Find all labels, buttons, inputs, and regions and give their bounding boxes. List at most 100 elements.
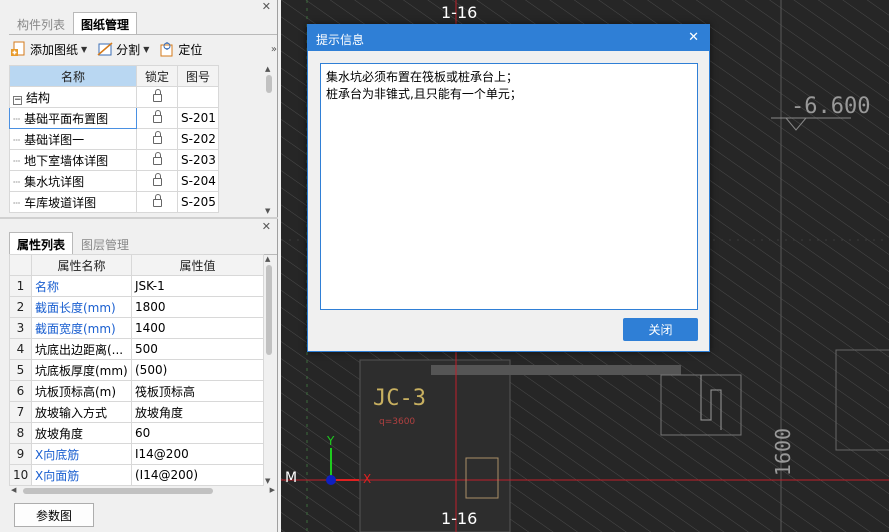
row-index: 8 bbox=[9, 422, 32, 444]
tree-group-label: 结构 bbox=[26, 90, 51, 105]
tab-divider bbox=[9, 34, 277, 35]
table-row[interactable]: 2 截面长度(mm) 1800 bbox=[9, 296, 264, 318]
dialog-titlebar[interactable]: 提示信息 ✕ bbox=[308, 25, 709, 51]
table-row[interactable]: 9 X向底筋 Ⅰ14@200 bbox=[9, 443, 264, 465]
table-row[interactable]: 4 坑底出边距离(... 500 bbox=[9, 338, 264, 360]
grid-axis-top-label: 1-16 bbox=[441, 3, 478, 22]
table-row[interactable]: ┄ 集水坑详图 S-204 bbox=[9, 170, 219, 192]
column-header-property-value[interactable]: 属性值 bbox=[131, 254, 264, 276]
tab-component-list[interactable]: 构件列表 bbox=[9, 12, 73, 34]
tree-group-row[interactable]: − 结构 bbox=[9, 86, 219, 108]
name-cell: ┄ 集水坑详图 bbox=[9, 170, 137, 192]
add-drawing-button[interactable]: 添加图纸 ▼ bbox=[9, 41, 89, 58]
drawing-list-scrollbar[interactable]: ▲ ▼ bbox=[264, 65, 274, 215]
property-value[interactable]: 1400 bbox=[131, 317, 264, 339]
table-row[interactable]: 7 放坡输入方式 放坡角度 bbox=[9, 401, 264, 423]
scroll-thumb[interactable] bbox=[266, 265, 272, 355]
lock-cell[interactable] bbox=[136, 86, 178, 108]
property-name: 放坡角度 bbox=[31, 422, 132, 444]
row-index: 10 bbox=[9, 464, 32, 486]
scroll-thumb[interactable] bbox=[266, 75, 272, 93]
property-value[interactable]: 放坡角度 bbox=[131, 401, 264, 423]
lock-icon bbox=[152, 130, 162, 144]
property-name: 坑底板厚度(mm) bbox=[31, 359, 132, 381]
table-row[interactable]: ┄ 车库坡道详图 S-205 bbox=[9, 191, 219, 213]
drawing-table: 名称 锁定 图号 − 结构 ┄ 基础平面布置图 S-201 ┄ 基础详图一 S-2… bbox=[9, 65, 219, 213]
scroll-thumb[interactable] bbox=[23, 488, 213, 494]
add-drawing-label: 添加图纸 bbox=[30, 42, 79, 57]
name-cell: ┄ 地下室墙体详图 bbox=[9, 149, 137, 171]
number-cell: S-205 bbox=[177, 191, 219, 213]
table-row[interactable]: ┄ 基础详图一 S-202 bbox=[9, 128, 219, 150]
overflow-chevron-icon[interactable]: » bbox=[271, 44, 277, 55]
property-table: 属性名称 属性值 1 名称 JSK-1 2 截面长度(mm) 1800 3 截面… bbox=[9, 254, 264, 486]
left-panel: ✕ 构件列表 图纸管理 添加图纸 ▼ 分割 ▼ 定位 » 名称 锁定 图号 − … bbox=[0, 0, 278, 532]
close-button[interactable]: 关闭 bbox=[623, 318, 698, 341]
tab-property-list[interactable]: 属性列表 bbox=[9, 232, 74, 254]
column-header-property-name[interactable]: 属性名称 bbox=[31, 254, 132, 276]
drawing-name: 基础平面布置图 bbox=[24, 111, 109, 126]
property-tabbar: 属性列表 图层管理 bbox=[9, 232, 137, 254]
table-row[interactable]: 8 放坡角度 60 bbox=[9, 422, 264, 444]
component-label: JC-3 bbox=[373, 386, 426, 411]
grid-axis-bottom-label: 1-16 bbox=[441, 509, 478, 528]
split-button[interactable]: 分割 ▼ bbox=[95, 41, 151, 58]
property-value[interactable]: 60 bbox=[131, 422, 264, 444]
scroll-up-icon[interactable]: ▲ bbox=[265, 255, 270, 263]
tab-drawing-management[interactable]: 图纸管理 bbox=[73, 12, 138, 34]
property-value[interactable]: Ⅰ14@200 bbox=[131, 443, 264, 465]
split-icon bbox=[97, 41, 113, 57]
row-index: 5 bbox=[9, 359, 32, 381]
property-name: 名称 bbox=[31, 275, 132, 297]
message-dialog: 提示信息 ✕ 集水坑必须布置在筏板或桩承台上； 桩承台为非锥式,且只能有一个单元… bbox=[307, 24, 710, 352]
lock-cell[interactable] bbox=[136, 128, 178, 150]
scroll-up-icon[interactable]: ▲ bbox=[265, 65, 270, 73]
tree-group-cell: − 结构 bbox=[9, 86, 137, 108]
column-header-number[interactable]: 图号 bbox=[177, 65, 219, 87]
axis-x-label: X bbox=[363, 472, 372, 486]
lock-cell[interactable] bbox=[136, 170, 178, 192]
collapse-icon[interactable]: − bbox=[13, 95, 22, 105]
table-row[interactable]: 10 X向面筋 (Ⅰ14@200) bbox=[9, 464, 264, 486]
scroll-right-icon[interactable]: ▶ bbox=[270, 486, 275, 494]
table-row[interactable]: 6 坑板顶标高(m) 筏板顶标高 bbox=[9, 380, 264, 402]
parameter-diagram-button[interactable]: 参数图 bbox=[14, 503, 94, 527]
property-hscrollbar[interactable]: ◀ ▶ bbox=[9, 486, 277, 496]
lock-cell[interactable] bbox=[136, 107, 178, 129]
property-pane-close-icon[interactable]: ✕ bbox=[262, 220, 271, 233]
property-value[interactable]: (500) bbox=[131, 359, 264, 381]
column-header-index bbox=[9, 254, 32, 276]
column-header-lock[interactable]: 锁定 bbox=[136, 65, 178, 87]
property-value[interactable]: 筏板顶标高 bbox=[131, 380, 264, 402]
property-value[interactable]: 500 bbox=[131, 338, 264, 360]
lock-icon bbox=[152, 88, 162, 102]
property-name: X向面筋 bbox=[31, 464, 132, 486]
property-value[interactable]: JSK-1 bbox=[131, 275, 264, 297]
scroll-down-icon[interactable]: ▼ bbox=[265, 207, 270, 215]
drawing-pane-close-icon[interactable]: ✕ bbox=[262, 0, 271, 13]
tab-layer-management[interactable]: 图层管理 bbox=[73, 232, 137, 254]
lock-cell[interactable] bbox=[136, 149, 178, 171]
lock-cell[interactable] bbox=[136, 191, 178, 213]
locate-icon bbox=[159, 41, 175, 57]
locate-button[interactable]: 定位 bbox=[157, 41, 204, 58]
row-index: 1 bbox=[9, 275, 32, 297]
table-row[interactable]: ┄ 地下室墙体详图 S-203 bbox=[9, 149, 219, 171]
property-value[interactable]: (Ⅰ14@200) bbox=[131, 464, 264, 486]
table-row[interactable]: 1 名称 JSK-1 bbox=[9, 275, 264, 297]
table-row[interactable]: 5 坑底板厚度(mm) (500) bbox=[9, 359, 264, 381]
number-cell: S-201 bbox=[177, 107, 219, 129]
locate-label: 定位 bbox=[178, 42, 203, 57]
table-row[interactable]: ┄ 基础平面布置图 S-201 bbox=[9, 107, 219, 129]
column-header-name[interactable]: 名称 bbox=[9, 65, 137, 87]
drawing-toolbar: 添加图纸 ▼ 分割 ▼ 定位 » bbox=[9, 36, 277, 62]
close-icon[interactable]: ✕ bbox=[688, 30, 699, 45]
axis-y-label: Y bbox=[327, 434, 335, 448]
table-row[interactable]: 3 截面宽度(mm) 1400 bbox=[9, 317, 264, 339]
scroll-down-icon[interactable]: ▼ bbox=[265, 477, 270, 485]
scroll-left-icon[interactable]: ◀ bbox=[11, 486, 16, 494]
property-value[interactable]: 1800 bbox=[131, 296, 264, 318]
message-line: 桩承台为非锥式,且只能有一个单元； bbox=[326, 87, 522, 101]
pane-splitter[interactable] bbox=[0, 217, 278, 219]
property-scrollbar[interactable]: ▲ ▼ bbox=[264, 255, 274, 485]
